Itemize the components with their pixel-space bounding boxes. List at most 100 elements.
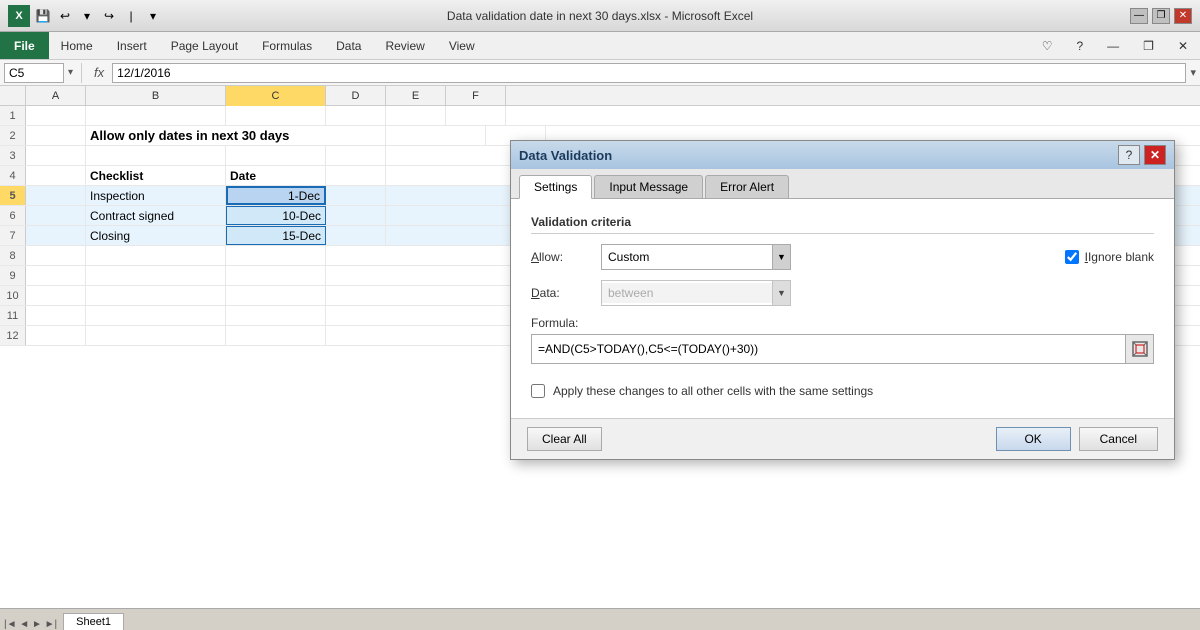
col-header-b[interactable]: B xyxy=(86,86,226,106)
undo-icon[interactable]: ↩ xyxy=(56,7,74,25)
allow-select-wrapper[interactable]: ▼ xyxy=(601,244,791,270)
data-menu[interactable]: Data xyxy=(324,32,373,59)
formula-text-input[interactable] xyxy=(532,338,1125,360)
dialog-close-btn[interactable]: ✕ xyxy=(1144,145,1166,165)
cell-a11[interactable] xyxy=(26,306,86,325)
col-header-d[interactable]: D xyxy=(326,86,386,106)
view-menu[interactable]: View xyxy=(437,32,487,59)
cell-b9[interactable] xyxy=(86,266,226,285)
dialog-help-btn[interactable]: ? xyxy=(1118,145,1140,165)
cell-a8[interactable] xyxy=(26,246,86,265)
cell-b4-checklist[interactable]: Checklist xyxy=(86,166,226,185)
tab-input-message[interactable]: Input Message xyxy=(594,175,703,198)
data-select-wrapper[interactable]: ▼ xyxy=(601,280,791,306)
allow-select[interactable] xyxy=(602,247,772,267)
formula-box[interactable] xyxy=(531,334,1154,364)
data-select[interactable] xyxy=(602,283,772,303)
apply-changes-checkbox[interactable] xyxy=(531,384,545,398)
col-header-a[interactable]: A xyxy=(26,86,86,106)
cell-c12[interactable] xyxy=(226,326,326,345)
quick-access-dropdown[interactable]: ▾ xyxy=(144,7,162,25)
cell-d4[interactable] xyxy=(326,166,386,185)
ignore-blank-label: IIgnore blank xyxy=(1085,250,1154,264)
review-menu[interactable]: Review xyxy=(373,32,436,59)
save-icon[interactable]: 💾 xyxy=(34,7,52,25)
window-min[interactable]: — xyxy=(1095,32,1131,59)
cell-e1[interactable] xyxy=(386,106,446,125)
cell-reference-input[interactable] xyxy=(4,63,64,83)
cell-c3[interactable] xyxy=(226,146,326,165)
row-num-10: 10 xyxy=(0,286,26,305)
help-icon[interactable]: ♡ xyxy=(1030,32,1065,59)
cell-b11[interactable] xyxy=(86,306,226,325)
cell-c7-date[interactable]: 15-Dec xyxy=(226,226,326,245)
cell-d3[interactable] xyxy=(326,146,386,165)
undo-dropdown[interactable]: ▾ xyxy=(78,7,96,25)
cell-ref-dropdown[interactable]: ▾ xyxy=(68,67,73,78)
cell-a5[interactable] xyxy=(26,186,86,205)
cell-a3[interactable] xyxy=(26,146,86,165)
table-row: 1 xyxy=(0,106,1200,126)
cell-a10[interactable] xyxy=(26,286,86,305)
cell-c4-date[interactable]: Date xyxy=(226,166,326,185)
formula-bar-expand[interactable]: ▾ xyxy=(1190,66,1196,79)
tab-settings[interactable]: Settings xyxy=(519,175,592,199)
cell-a6[interactable] xyxy=(26,206,86,225)
cell-b7-closing[interactable]: Closing xyxy=(86,226,226,245)
cell-b1[interactable] xyxy=(86,106,226,125)
ok-btn[interactable]: OK xyxy=(996,427,1071,451)
cell-b2[interactable]: Allow only dates in next 30 days xyxy=(86,126,386,145)
cell-b6-contract[interactable]: Contract signed xyxy=(86,206,226,225)
cell-a1[interactable] xyxy=(26,106,86,125)
sheet-nav-arrows[interactable]: |◄ ◄ ► ►| xyxy=(4,619,57,630)
redo-icon[interactable]: ↪ xyxy=(100,7,118,25)
formula-divider xyxy=(81,63,82,83)
col-header-f[interactable]: F xyxy=(446,86,506,106)
cell-a4[interactable] xyxy=(26,166,86,185)
cell-d6[interactable] xyxy=(326,206,386,225)
cell-c8[interactable] xyxy=(226,246,326,265)
allow-dropdown-arrow[interactable]: ▼ xyxy=(772,245,790,269)
question-icon[interactable]: ? xyxy=(1064,32,1095,59)
insert-menu[interactable]: Insert xyxy=(105,32,159,59)
data-dropdown-arrow[interactable]: ▼ xyxy=(772,281,790,305)
cell-d7[interactable] xyxy=(326,226,386,245)
col-header-c[interactable]: C xyxy=(226,86,326,106)
close-btn[interactable]: ✕ xyxy=(1174,8,1192,24)
cell-b8[interactable] xyxy=(86,246,226,265)
cell-b12[interactable] xyxy=(86,326,226,345)
cancel-btn[interactable]: Cancel xyxy=(1079,427,1158,451)
window-restore[interactable]: ❐ xyxy=(1131,32,1166,59)
cell-b10[interactable] xyxy=(86,286,226,305)
cell-a2[interactable] xyxy=(26,126,86,145)
page-layout-menu[interactable]: Page Layout xyxy=(159,32,250,59)
formula-input[interactable] xyxy=(112,63,1186,83)
tab-error-alert[interactable]: Error Alert xyxy=(705,175,789,198)
cell-b3[interactable] xyxy=(86,146,226,165)
formula-icon-btn[interactable] xyxy=(1125,335,1153,363)
cell-a9[interactable] xyxy=(26,266,86,285)
cell-c10[interactable] xyxy=(226,286,326,305)
maximize-btn[interactable]: ❐ xyxy=(1152,8,1170,24)
col-header-e[interactable]: E xyxy=(386,86,446,106)
cell-c5-date[interactable]: 1-Dec xyxy=(226,186,326,205)
cell-d1[interactable] xyxy=(326,106,386,125)
cell-c1[interactable] xyxy=(226,106,326,125)
cell-f1[interactable] xyxy=(446,106,506,125)
cell-a12[interactable] xyxy=(26,326,86,345)
minimize-btn[interactable]: — xyxy=(1130,8,1148,24)
cell-c6-date[interactable]: 10-Dec xyxy=(226,206,326,225)
cell-a7[interactable] xyxy=(26,226,86,245)
home-menu[interactable]: Home xyxy=(49,32,105,59)
cell-c2[interactable] xyxy=(386,126,486,145)
window-close[interactable]: ✕ xyxy=(1166,32,1200,59)
clear-all-btn[interactable]: Clear All xyxy=(527,427,602,451)
ignore-blank-checkbox[interactable] xyxy=(1065,250,1079,264)
cell-b5-inspection[interactable]: Inspection xyxy=(86,186,226,205)
sheet1-tab[interactable]: Sheet1 xyxy=(63,613,124,630)
cell-c9[interactable] xyxy=(226,266,326,285)
cell-c11[interactable] xyxy=(226,306,326,325)
formulas-menu[interactable]: Formulas xyxy=(250,32,324,59)
file-menu[interactable]: File xyxy=(0,32,49,59)
cell-d5[interactable] xyxy=(326,186,386,205)
